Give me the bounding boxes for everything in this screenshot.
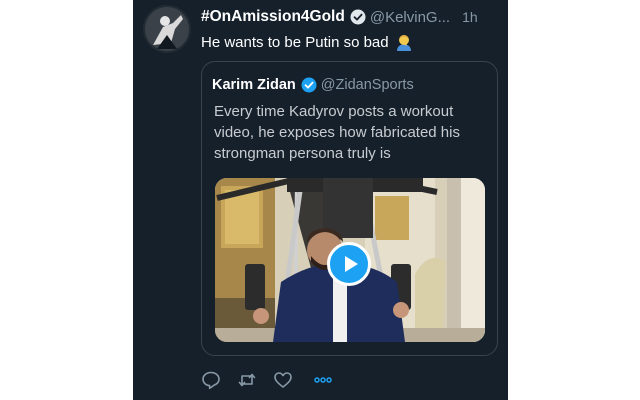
quoted-author-name[interactable]: Karim Zidan xyxy=(212,77,296,93)
verified-badge-icon xyxy=(350,9,366,25)
quoted-tweet-text: Every time Kadyrov posts a workout video… xyxy=(214,101,494,164)
tweet-text-content: He wants to be Putin so bad xyxy=(201,33,389,51)
video-thumbnail[interactable] xyxy=(215,178,485,342)
play-button[interactable] xyxy=(327,242,371,286)
more-icon[interactable] xyxy=(313,370,337,390)
reply-icon[interactable] xyxy=(201,370,225,390)
quoted-tweet[interactable]: Karim Zidan @ZidanSports Every time Kady… xyxy=(201,61,498,356)
author-name[interactable]: #OnAmission4Gold xyxy=(201,8,345,26)
quoted-text-line: Every time Kadyrov posts a workout xyxy=(214,103,454,120)
tweet-text: He wants to be Putin so bad xyxy=(201,33,413,51)
play-icon xyxy=(344,256,358,272)
quoted-tweet-header: Karim Zidan @ZidanSports xyxy=(212,77,414,93)
quoted-text-line: strongman persona truly is xyxy=(214,145,391,162)
avatar-figure-icon xyxy=(143,5,191,53)
tweet: #OnAmission4Gold @KelvinG... 1h He wants… xyxy=(133,0,508,400)
verified-badge-icon xyxy=(301,77,317,93)
quoted-author-handle[interactable]: @ZidanSports xyxy=(321,77,414,93)
tweet-header: #OnAmission4Gold @KelvinG... 1h xyxy=(201,7,500,27)
tweet-actions xyxy=(201,370,349,390)
like-icon[interactable] xyxy=(273,370,297,390)
avatar[interactable] xyxy=(143,5,191,53)
tweet-timestamp[interactable]: 1h xyxy=(462,9,478,25)
quoted-text-line: video, he exposes how fabricated his xyxy=(214,124,460,141)
retweet-icon[interactable] xyxy=(237,370,261,390)
author-handle[interactable]: @KelvinG... xyxy=(370,9,450,26)
person-facepalming-emoji xyxy=(395,33,413,51)
